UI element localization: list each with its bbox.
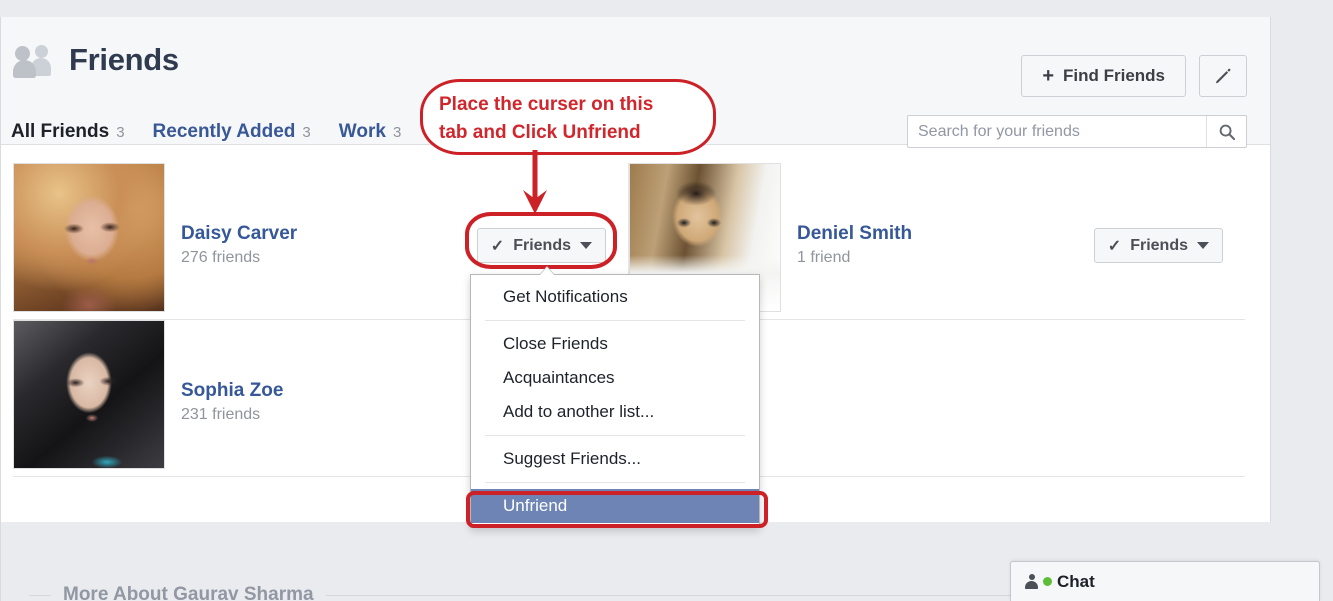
friend-name-link[interactable]: Daisy Carver bbox=[181, 223, 297, 245]
person-icon bbox=[1025, 574, 1038, 589]
tab-recently-added-label: Recently Added bbox=[152, 121, 296, 142]
menu-item-unfriend[interactable]: Unfriend bbox=[471, 489, 759, 523]
menu-separator bbox=[485, 482, 745, 483]
chat-label: Chat bbox=[1057, 571, 1095, 591]
dropdown-pointer-icon bbox=[539, 266, 555, 275]
friend-name-link[interactable]: Sophia Zoe bbox=[181, 380, 283, 402]
menu-item-get-notifications[interactable]: Get Notifications bbox=[471, 280, 759, 314]
daisy-avatar[interactable] bbox=[13, 163, 165, 312]
friends-button-label: Friends bbox=[513, 236, 571, 254]
more-about-label: More About Gaurav Sharma bbox=[63, 584, 314, 601]
header-actions: + Find Friends bbox=[1021, 55, 1247, 97]
friend-meta: Deniel Smith 1 friend bbox=[781, 163, 1094, 267]
find-friends-button[interactable]: + Find Friends bbox=[1021, 55, 1186, 97]
down-arrow-icon bbox=[523, 150, 547, 214]
menu-separator bbox=[485, 320, 745, 321]
sophia-avatar[interactable] bbox=[13, 320, 165, 469]
friend-count: 276 friends bbox=[181, 249, 261, 266]
plus-icon: + bbox=[1042, 65, 1054, 87]
two-people-icon bbox=[13, 43, 55, 78]
friends-dropdown-menu: Get Notifications Close Friends Acquaint… bbox=[470, 267, 760, 528]
search-icon bbox=[1219, 124, 1235, 140]
tab-recently-added[interactable]: Recently Added 3 bbox=[153, 121, 311, 143]
friend-count: 1 friend bbox=[797, 249, 851, 266]
tab-all-friends-label: All Friends bbox=[11, 121, 110, 142]
chat-bar[interactable]: Chat bbox=[1010, 561, 1320, 601]
friend-name-link[interactable]: Deniel Smith bbox=[797, 223, 912, 245]
tab-work-label: Work bbox=[338, 121, 386, 142]
tab-work[interactable]: Work 3 bbox=[339, 121, 402, 143]
annotation-text: Place the curser on this tab and Click U… bbox=[439, 94, 654, 143]
annotation-callout: Place the curser on this tab and Click U… bbox=[420, 79, 716, 155]
friend-search[interactable] bbox=[907, 115, 1247, 148]
menu-item-close-friends[interactable]: Close Friends bbox=[471, 327, 759, 361]
pencil-icon bbox=[1216, 68, 1231, 84]
search-input[interactable] bbox=[908, 116, 1206, 147]
friend-meta: Daisy Carver 276 friends bbox=[165, 163, 477, 267]
tab-recently-added-count: 3 bbox=[302, 124, 311, 141]
friends-dropdown-button-deniel[interactable]: ✓ Friends bbox=[1093, 228, 1223, 263]
find-friends-label: Find Friends bbox=[1063, 66, 1165, 85]
caret-down-icon bbox=[580, 242, 592, 249]
tab-work-count: 3 bbox=[392, 124, 402, 141]
page-title-row: Friends bbox=[13, 42, 179, 78]
friends-button-label: Friends bbox=[1130, 236, 1188, 254]
check-icon: ✓ bbox=[490, 237, 505, 255]
search-button[interactable] bbox=[1206, 116, 1246, 147]
tab-all-friends[interactable]: All Friends 3 bbox=[11, 121, 125, 168]
tab-all-friends-count: 3 bbox=[116, 124, 125, 141]
online-dot-icon bbox=[1043, 577, 1052, 586]
menu-item-suggest-friends[interactable]: Suggest Friends... bbox=[471, 442, 759, 476]
page-title: Friends bbox=[69, 42, 179, 77]
check-icon: ✓ bbox=[1107, 237, 1122, 255]
friend-tabs: All Friends 3 Recently Added 3 Work 3 bbox=[11, 121, 402, 168]
menu-separator bbox=[485, 435, 745, 436]
friend-action-slot: ✓ Friends bbox=[1093, 163, 1245, 263]
friends-dropdown-button-daisy[interactable]: ✓ Friends bbox=[476, 228, 606, 263]
menu-item-add-to-another-list[interactable]: Add to another list... bbox=[471, 395, 759, 429]
edit-button[interactable] bbox=[1199, 55, 1247, 97]
screenshot-root: Friends + Find Friends Search for your f… bbox=[0, 0, 1333, 601]
menu-item-acquaintances[interactable]: Acquaintances bbox=[471, 361, 759, 395]
caret-down-icon bbox=[1197, 242, 1209, 249]
divider-line-left bbox=[29, 594, 51, 596]
